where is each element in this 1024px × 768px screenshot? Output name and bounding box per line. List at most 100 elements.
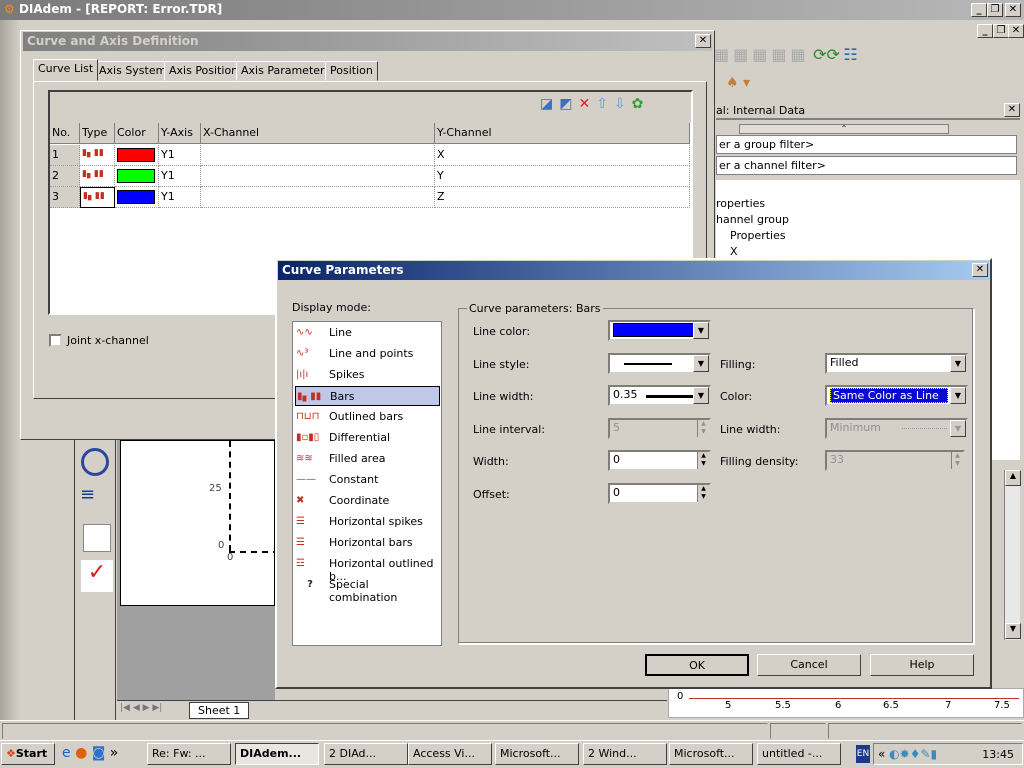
- filling-density-spinner[interactable]: 33 ▲ ▼: [825, 450, 965, 471]
- align-icon[interactable]: ≡: [80, 486, 110, 504]
- help-button[interactable]: Help: [870, 654, 974, 676]
- portal-close-button[interactable]: ✕: [1004, 103, 1020, 117]
- spinner-arrows-icon[interactable]: ▲ ▼: [697, 420, 709, 437]
- tab-position[interactable]: Position: [325, 61, 378, 81]
- doc-close-button[interactable]: ✕: [1008, 24, 1024, 38]
- chevron-down-icon[interactable]: ▼: [693, 355, 709, 372]
- tab-curve-list[interactable]: Curve List: [33, 59, 99, 81]
- line-style-dropdown[interactable]: ▼: [608, 353, 711, 374]
- close-app-button[interactable]: ✕: [1005, 3, 1021, 17]
- bars-type-icon[interactable]: ▮▖▮▮: [80, 166, 115, 187]
- row-number[interactable]: 1: [50, 145, 80, 166]
- new-curve-icon[interactable]: ◪: [540, 96, 559, 112]
- move-down-icon[interactable]: ⇩: [614, 96, 632, 112]
- chevron-down-icon[interactable]: ▼: [950, 420, 966, 437]
- y-axis-cell[interactable]: Y1: [159, 145, 201, 166]
- tree-item[interactable]: X: [730, 245, 738, 258]
- curve-axis-close-button[interactable]: ✕: [695, 34, 711, 48]
- y-axis-cell[interactable]: Y1: [159, 187, 201, 208]
- chevron-down-icon[interactable]: ▼: [950, 387, 966, 404]
- sheet-tab[interactable]: Sheet 1: [189, 702, 250, 719]
- scroll-up-button[interactable]: ▲: [1005, 470, 1021, 486]
- language-indicator[interactable]: EN: [856, 745, 870, 763]
- row-number[interactable]: 3: [50, 187, 80, 208]
- line-interval-spinner[interactable]: 5 ▲ ▼: [608, 418, 711, 439]
- copy-curve-icon[interactable]: ◩: [559, 96, 578, 112]
- width-spinner[interactable]: 0 ▲ ▼: [608, 450, 711, 471]
- tab-axis-system[interactable]: Axis System: [94, 61, 172, 81]
- taskbar-item[interactable]: Microsoft...: [669, 743, 753, 765]
- taskbar-item[interactable]: Microsoft...: [495, 743, 579, 765]
- group-filter-input[interactable]: er a group filter>: [716, 135, 1017, 154]
- doc-minimize-button[interactable]: _: [977, 24, 993, 38]
- start-button[interactable]: ❖Start: [1, 743, 55, 765]
- offset-spinner[interactable]: 0 ▲ ▼: [608, 483, 711, 504]
- tree-item[interactable]: roperties: [716, 197, 765, 210]
- display-mode-item[interactable]: ☲ Horizontal outlined b...: [295, 554, 440, 583]
- y-channel-cell[interactable]: Y: [435, 166, 690, 187]
- display-mode-item[interactable]: ⊓⊔⊓ Outlined bars: [295, 407, 440, 427]
- taskbar-item[interactable]: untitled -...: [757, 743, 841, 765]
- display-mode-item[interactable]: ? Special combination: [295, 575, 440, 604]
- sheet-nav-arrows[interactable]: |◀ ◀ ▶ ▶|: [120, 703, 162, 713]
- portal-scrollbar[interactable]: ▲ ▼: [1004, 470, 1021, 640]
- color-cell[interactable]: [115, 145, 159, 166]
- script-icon[interactable]: [83, 524, 111, 552]
- app-launch-icon[interactable]: ◙: [92, 745, 106, 761]
- chevron-down-icon[interactable]: ▼: [693, 322, 709, 339]
- line-color-dropdown[interactable]: ▼: [608, 320, 711, 341]
- report-page[interactable]: 25 0 0: [120, 440, 279, 606]
- display-mode-list[interactable]: ∿∿ Line ∿³ Line and points |ı|ı Spikes ▮▖▮▮ Bar…: [292, 321, 442, 646]
- joint-x-channel-checkbox[interactable]: [49, 334, 62, 347]
- display-mode-item[interactable]: ☰ Horizontal bars: [295, 533, 440, 553]
- taskbar-item[interactable]: Access Vi...: [408, 743, 492, 765]
- restore-button[interactable]: ❐: [987, 3, 1003, 17]
- tab-axis-position[interactable]: Axis Position: [164, 61, 244, 81]
- display-mode-item[interactable]: —— Constant: [295, 470, 440, 490]
- firefox-icon[interactable]: ●: [75, 745, 87, 761]
- bars-type-icon[interactable]: ▮▖▮▮: [80, 145, 115, 166]
- color-cell[interactable]: [115, 187, 159, 208]
- doc-restore-button[interactable]: ❐: [993, 24, 1009, 38]
- display-mode-item[interactable]: ▮▫▮▯ Differential: [295, 428, 440, 448]
- tray-expand-icon[interactable]: «: [878, 747, 885, 761]
- col-no[interactable]: No.: [50, 123, 80, 143]
- ie-icon[interactable]: e: [62, 745, 71, 761]
- taskbar-item[interactable]: DIAdem...: [235, 743, 319, 765]
- more-chevron-icon[interactable]: »: [110, 745, 119, 761]
- spinner-arrows-icon[interactable]: ▲ ▼: [951, 452, 963, 469]
- x-channel-cell[interactable]: [201, 187, 435, 208]
- taskbar-item[interactable]: 2 Wind...: [583, 743, 667, 765]
- tree-item[interactable]: hannel group: [716, 213, 789, 226]
- col-x-channel[interactable]: X-Channel: [201, 123, 435, 143]
- col-type[interactable]: Type: [80, 123, 115, 143]
- scroll-down-button[interactable]: ▼: [1005, 623, 1021, 639]
- fill-line-width-dropdown[interactable]: Minimum ▼: [825, 418, 968, 439]
- load-icon[interactable]: ⟳⟳: [813, 45, 840, 64]
- color-cell[interactable]: [115, 166, 159, 187]
- col-y-channel[interactable]: Y-Channel: [435, 123, 690, 143]
- x-channel-cell[interactable]: [201, 166, 435, 187]
- properties-icon[interactable]: ☷: [843, 45, 857, 64]
- y-channel-cell[interactable]: X: [435, 145, 690, 166]
- spinner-arrows-icon[interactable]: ▲ ▼: [697, 452, 709, 469]
- bars-type-icon[interactable]: ▮▖▮▮: [80, 187, 115, 208]
- filling-dropdown[interactable]: Filled ▼: [825, 353, 968, 374]
- x-channel-cell[interactable]: [201, 145, 435, 166]
- display-mode-item[interactable]: |ı|ı Spikes: [295, 365, 440, 385]
- y-channel-cell[interactable]: Z: [435, 187, 690, 208]
- curve-settings-icon[interactable]: ✿: [632, 96, 650, 112]
- tab-axis-parameters[interactable]: Axis Parameters: [236, 61, 336, 81]
- display-mode-item[interactable]: ∿³ Line and points: [295, 344, 440, 364]
- paint-icon[interactable]: ♠ ▾: [726, 75, 750, 91]
- display-mode-item[interactable]: ✖ Coordinate: [295, 491, 440, 511]
- checklist-icon[interactable]: ✓: [81, 560, 113, 592]
- row-number[interactable]: 2: [50, 166, 80, 187]
- chevron-down-icon[interactable]: ▼: [950, 355, 966, 372]
- display-mode-item[interactable]: ☰ Horizontal spikes: [295, 512, 440, 532]
- collapse-filter-button[interactable]: ⌃: [739, 124, 949, 134]
- minimize-button[interactable]: _: [971, 3, 987, 17]
- chevron-down-icon[interactable]: ▼: [693, 387, 709, 404]
- spinner-arrows-icon[interactable]: ▲ ▼: [697, 485, 709, 502]
- shape-icon[interactable]: [81, 448, 109, 476]
